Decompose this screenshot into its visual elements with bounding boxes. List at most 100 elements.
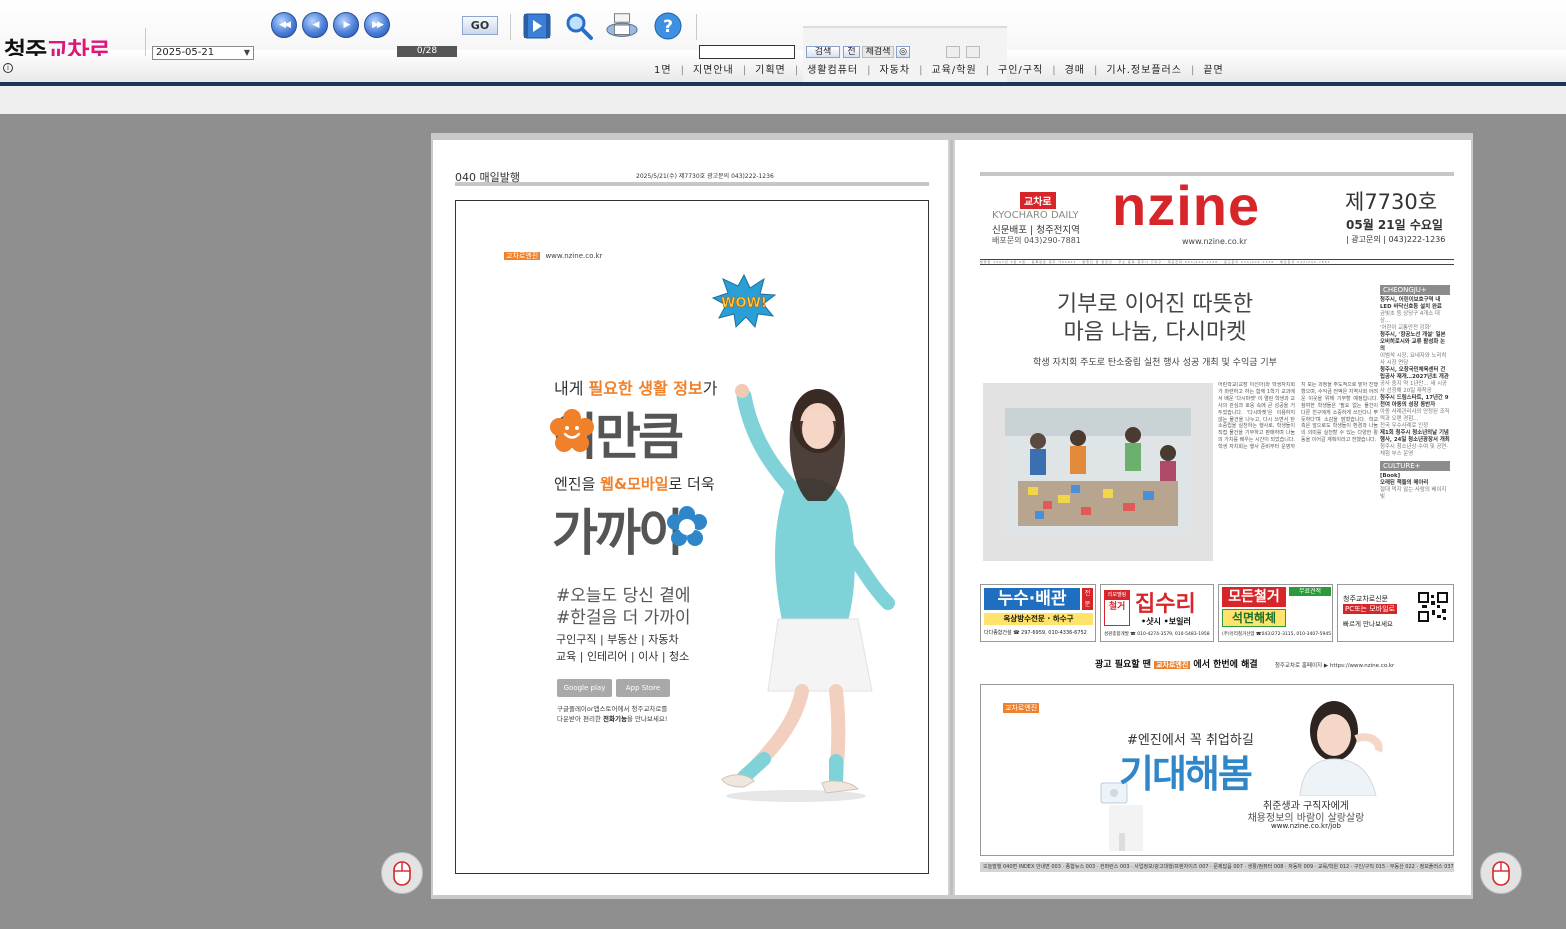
sidebar-news-item[interactable]: 청주시 청소년상·수여 및 공연·체험 부스 운영 xyxy=(1380,444,1450,458)
date-select[interactable]: 2025-05-21 ▼ xyxy=(152,46,254,60)
printer-icon xyxy=(606,13,638,37)
ad-qr-line2: PC또는 모바일로 xyxy=(1343,604,1397,614)
model-illustration xyxy=(721,384,895,802)
ad-plumbing-side: 전문 xyxy=(1082,588,1093,610)
first-page-button[interactable]: ◀◀ xyxy=(271,12,297,38)
toolbar-sub-strip xyxy=(0,86,1566,114)
section-menu-item[interactable]: 기사.정보플러스 xyxy=(1097,63,1191,79)
left-page-header: 040 매일발행 2025/5/21(수) 제7730호 광고문의 043)22… xyxy=(455,168,929,186)
promo-line: 광고 필요할 땐 교차로엔진 에서 한번에 해결 청주교차로 홈페이지 ▶ ht… xyxy=(980,657,1454,670)
section-menu-item[interactable]: 구인/구직 xyxy=(989,63,1052,79)
ad-repair-tagbox: 리모델링 철거 xyxy=(1104,590,1130,626)
sidebar-news-item[interactable]: 공사 중지 약 1년만… 새 시공사 선정해 20일 재착공 xyxy=(1380,381,1450,395)
section-menu-item[interactable]: 지면안내 xyxy=(684,63,743,79)
logo-text-black: 청주 xyxy=(4,37,47,56)
svg-text:?: ? xyxy=(663,17,673,37)
date-select-value: 2025-05-21 xyxy=(156,47,215,58)
sidebar-news-item[interactable]: 아동 사례관리사의 안정된 조직력과 오랜 경험… xyxy=(1380,409,1450,423)
lead-photo[interactable] xyxy=(983,383,1213,561)
sidebar-news-item[interactable]: 전국 우수사례로 인정 xyxy=(1380,423,1450,430)
masthead-distribution: 신문배포 | 청주전지역 xyxy=(992,225,1080,236)
ad-plumbing-contact: 다다종합건설 ☎ 297-6959, 010-4336-6752 xyxy=(984,630,1087,636)
sidebar-news-item[interactable]: 제1회 청주시 청소년의날 기념행사, 24일 청소년광장서 개최 xyxy=(1380,430,1450,444)
last-page-button[interactable]: ▶▶ xyxy=(364,12,390,38)
ad-repair-tag: 리모델링 xyxy=(1105,591,1129,600)
section-menu-item[interactable]: 자동차 xyxy=(870,63,919,79)
search-button[interactable]: 검색 xyxy=(806,46,840,58)
left-page[interactable]: 040 매일발행 2025/5/21(수) 제7730호 광고문의 043)22… xyxy=(433,140,948,895)
search-input[interactable] xyxy=(699,45,795,59)
google-play-badge[interactable]: Google play xyxy=(557,679,612,697)
section-menu-item[interactable]: 기획면 xyxy=(746,63,795,79)
window-restore-button[interactable] xyxy=(966,46,980,58)
sidebar-news-item[interactable]: 금빛초 등 상당구 4개소 대상… xyxy=(1380,311,1450,325)
promo-badge: 교차로엔진 xyxy=(1154,661,1191,669)
sidebar-news-item[interactable]: 오래된 책들의 메아리 xyxy=(1380,480,1450,487)
right-page[interactable]: 교차로 KYOCHARO DAILY 신문배포 | 청주전지역 배포문의 043… xyxy=(955,140,1471,895)
sidebar-news-item[interactable]: 청주시, 오창국민체육센터 건립공사 재개…2027년초 개관 xyxy=(1380,367,1450,381)
ad-qr-promo[interactable]: 청주교차로신문 PC또는 모바일로 빠르게 만나보세요 xyxy=(1337,584,1454,642)
promo-pre: 광고 필요할 땐 xyxy=(1095,660,1155,670)
ad-demolition[interactable]: 모든철거 무료견적 석면해체 (주)유리철거산업 ☎043)272-3115, … xyxy=(1218,584,1333,642)
help-button[interactable]: ? xyxy=(651,10,685,42)
ad-qr-line3: 빠르게 만나보세요 xyxy=(1343,620,1393,628)
ad-brand-row: 교차로엔진 www.nzine.co.kr xyxy=(504,251,602,261)
qr-code-icon xyxy=(1418,592,1448,622)
job-promo-ad[interactable]: 교차로엔진 #엔진에서 꼭 취업하길 기대해봄 취준생과 구직자에게 채용정보의… xyxy=(980,684,1454,856)
search-option-button[interactable]: 전 xyxy=(843,46,860,58)
prev-page-button[interactable]: ◀ xyxy=(302,12,328,38)
ad-repair-line: •샷시 •보일러 xyxy=(1141,617,1191,626)
sidebar-news-item[interactable]: 절대 먹지 않는 사람의 베이지빛 xyxy=(1380,487,1450,501)
left-page-dateline: 2025/5/21(수) 제7730호 광고문의 043)222-1236 xyxy=(636,173,774,180)
sidebar-tag-culture: CULTURE+ xyxy=(1380,461,1450,471)
ad-line2-pre: 엔진을 xyxy=(554,475,601,493)
promo-homepage: 청주교차로 홈페이지 ▶ https://www.nzine.co.kr xyxy=(1274,663,1395,669)
section-menu-item[interactable]: 끝면 xyxy=(1194,63,1232,79)
masthead-brand-small: KYOCHARO DAILY xyxy=(992,210,1079,221)
ad-house-repair[interactable]: 리모델링 철거 집수리 •샷시 •보일러 성원종합개발 ☎ 010-4274-3… xyxy=(1100,584,1214,642)
help-question-icon: ? xyxy=(654,12,682,40)
sidebar-news-item[interactable]: '어린이 교통안전 강화' xyxy=(1380,325,1450,332)
ad-demolition-title: 모든철거 xyxy=(1222,587,1286,607)
next-spread-mouse-button[interactable] xyxy=(1480,852,1522,894)
chevron-down-icon: ▼ xyxy=(243,48,250,57)
left-page-number: 040 매일발행 xyxy=(455,171,520,184)
site-logo[interactable]: 청주교차로 xyxy=(4,36,109,56)
ad-repair-sub: 철거 xyxy=(1108,602,1126,612)
lead-headline: 기부로 이어진 따뜻한 마음 나눔, 다시마켓 xyxy=(985,291,1325,347)
sidebar-news-item[interactable]: 청주시, 어린이보호구역 내 LED 바닥신호등 설치 완료 xyxy=(1380,297,1450,311)
job-ad-badge: 교차로엔진 xyxy=(1003,703,1040,713)
nzine-logo[interactable]: nzine xyxy=(1112,176,1260,236)
masthead-delivery-phone: 배포문의 043)290-7881 xyxy=(992,236,1081,245)
sidebar-news-item[interactable]: 청주시 드림스타트, 17년간 9천여 아동의 성장 동반자 xyxy=(1380,395,1450,409)
print-button[interactable] xyxy=(605,10,639,42)
ad-line1-pre: 내게 xyxy=(554,379,589,398)
ad-repair-contact: 성원종합개발 ☎ 010-4274-3579, 010-5483-1958 xyxy=(1104,632,1210,637)
search-target-icon[interactable]: ◎ xyxy=(896,46,910,58)
section-menu-item[interactable]: 경매 xyxy=(1056,63,1094,79)
section-menu-item[interactable]: 1면 xyxy=(645,63,681,79)
section-menu-item[interactable]: 생활컴퓨터 xyxy=(798,63,867,79)
lead-headline-line2: 마음 나눔, 다시마켓 xyxy=(1063,320,1247,345)
info-icon[interactable]: i xyxy=(3,63,13,73)
next-page-button[interactable]: ▶ xyxy=(333,12,359,38)
sidebar-list-cheongju: 청주시, 어린이보호구역 내 LED 바닥신호등 설치 완료 금빛초 등 상당구 … xyxy=(1380,297,1450,458)
sidebar-news-item[interactable]: 청주시, '항공노선 개설' 일본 오비히로시와 교류 활성화 논의 xyxy=(1380,332,1450,353)
ad-demolition-side: 무료견적 xyxy=(1289,587,1331,596)
ad-qr-line1: 청주교차로신문 xyxy=(1343,595,1389,603)
full-search-button[interactable]: 체검색 xyxy=(862,46,894,58)
masthead: 교차로 KYOCHARO DAILY 신문배포 | 청주전지역 배포문의 043… xyxy=(980,176,1454,260)
ad-plumbing-title: 누수·배관 xyxy=(984,588,1080,610)
sidebar-news-item[interactable]: [Book] xyxy=(1380,473,1450,480)
zoom-button[interactable] xyxy=(562,10,596,42)
prev-spread-mouse-button[interactable] xyxy=(381,852,423,894)
slideshow-button[interactable] xyxy=(520,10,554,42)
go-button[interactable]: GO xyxy=(462,16,498,35)
app-promo-ad[interactable]: 교차로엔진 www.nzine.co.kr WOW! 내게 필요한 생활 정보가… xyxy=(455,200,929,874)
ad-repair-title: 집수리 xyxy=(1135,592,1196,617)
window-minimize-button[interactable] xyxy=(946,46,960,58)
ad-plumbing[interactable]: 누수·배관 전문 옥상방수전문 · 하수구 다다종합건설 ☎ 297-6959,… xyxy=(980,584,1096,642)
sidebar-news-item[interactable]: 이범석 시장, 요네자와 노리히사 시장 면담 xyxy=(1380,353,1450,367)
section-menu-item[interactable]: 교육/학원 xyxy=(922,63,985,79)
page-gutter xyxy=(948,140,955,895)
